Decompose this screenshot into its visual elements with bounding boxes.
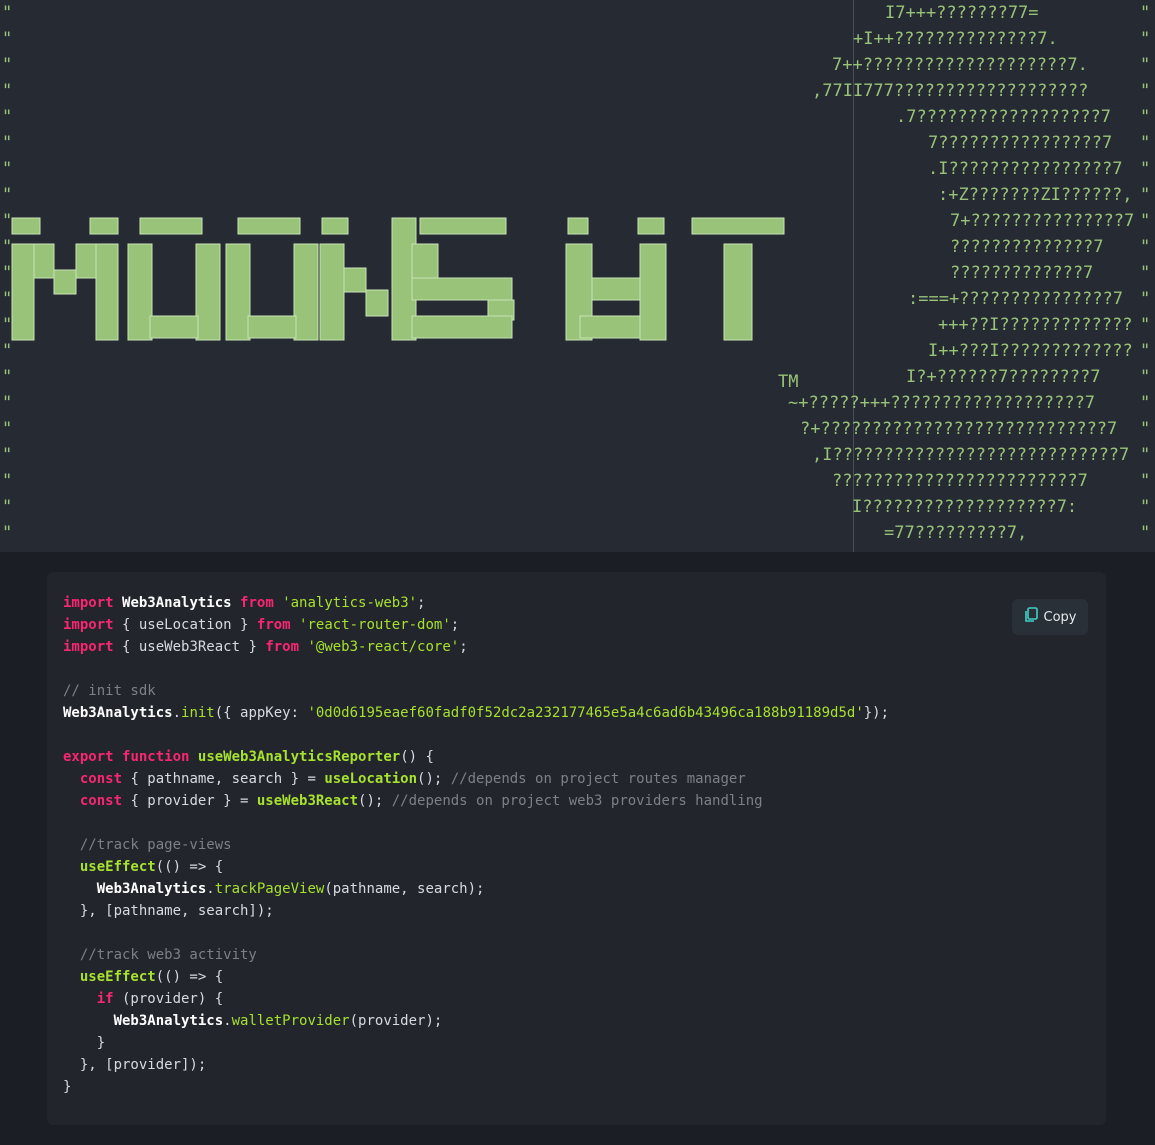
quote-mark: " <box>1140 185 1151 205</box>
copy-button-label: Copy <box>1043 609 1077 625</box>
quote-mark: " <box>2 133 13 153</box>
quote-mark: " <box>1140 419 1151 439</box>
ascii-art-line: I++???I????????????? <box>928 341 1133 361</box>
quote-mark: " <box>2 55 13 75</box>
code-line-19: if (provider) { <box>96 991 224 1007</box>
ascii-art-line: ,I????????????????????????????7 <box>812 445 1130 465</box>
ascii-art-line: ~+?????+++???????????????????7 <box>788 393 1096 413</box>
code-section: import Web3Analytics from 'analytics-web… <box>0 552 1155 1145</box>
quote-mark: " <box>2 419 13 439</box>
code-snippet[interactable]: import Web3Analytics from 'analytics-web… <box>63 592 889 1098</box>
code-line-23: } <box>63 1079 72 1095</box>
quote-mark: " <box>1140 289 1151 309</box>
code-line-10: const { provider } = useWeb3React(); //d… <box>79 793 763 809</box>
code-line-3: import { useWeb3React } from '@web3-reac… <box>63 639 468 655</box>
code-line-9: const { pathname, search } = useLocation… <box>79 771 746 787</box>
ascii-art-line: I???????????????????7: <box>852 497 1078 517</box>
quote-mark: " <box>1140 315 1151 335</box>
ascii-art-line: ??????????????7 <box>950 237 1104 257</box>
code-line-2: import { useLocation } from 'react-route… <box>63 617 460 633</box>
quote-mark: " <box>2 81 13 101</box>
quote-mark: " <box>2 471 13 491</box>
ascii-art-line: 7++????????????????????7. <box>832 55 1088 75</box>
ascii-art-line: ?????????????7 <box>950 263 1094 283</box>
quote-mark: " <box>2 3 13 23</box>
ascii-art-line: .7??????????????????7 <box>896 107 1111 127</box>
ascii-art-line: ?+????????????????????????????7 <box>800 419 1118 439</box>
quote-mark: " <box>2 367 13 387</box>
ascii-art-line: ????????????????????????7 <box>832 471 1088 491</box>
quote-mark: " <box>1140 263 1151 283</box>
code-block: import Web3Analytics from 'analytics-web… <box>47 572 1106 1125</box>
ascii-art-line: I?+??????7????????7 <box>906 367 1101 387</box>
quote-mark: " <box>1140 3 1151 23</box>
copy-icon <box>1024 607 1038 627</box>
ascii-art-line: =77?????????7, <box>884 523 1028 543</box>
quote-mark: " <box>2 107 13 127</box>
ascii-art-line: :+Z???????ZI??????, <box>938 185 1133 205</box>
trademark-mark: TM <box>778 372 799 392</box>
quote-mark: " <box>1140 393 1151 413</box>
moonshot-logo <box>11 217 785 341</box>
quote-mark: " <box>1140 159 1151 179</box>
code-line-21: } <box>63 1035 106 1051</box>
quote-mark: " <box>2 523 13 543</box>
quote-mark: " <box>1140 81 1151 101</box>
quote-mark: " <box>2 159 13 179</box>
code-line-20: Web3Analytics.walletProvider(provider); <box>113 1013 443 1029</box>
ascii-art-line: .I????????????????7 <box>928 159 1123 179</box>
quote-mark: " <box>2 29 13 49</box>
quote-mark: " <box>2 445 13 465</box>
quote-mark: " <box>1140 211 1151 231</box>
quote-mark: " <box>1140 107 1151 127</box>
code-line-8: export function useWeb3AnalyticsReporter… <box>63 749 434 765</box>
code-line-22: }, [provider]); <box>63 1057 207 1073</box>
ascii-art-line: I7+++???????77= <box>885 3 1039 23</box>
code-line-15: }, [pathname, search]); <box>63 903 274 919</box>
code-line-6: Web3Analytics.init({ appKey: '0d0d6195ea… <box>63 705 890 721</box>
code-line-13: useEffect(() => { <box>79 859 224 875</box>
copy-button[interactable]: Copy <box>1012 599 1088 635</box>
code-line-14: Web3Analytics.trackPageView(pathname, se… <box>96 881 485 897</box>
quote-mark: " <box>1140 471 1151 491</box>
quote-mark: " <box>1140 445 1151 465</box>
code-comment: // init sdk <box>63 683 156 699</box>
ascii-art-line: 7????????????????7 <box>928 133 1113 153</box>
ascii-art-banner: " " " " " " " " " " " " " " " " " " " " " " " " " " " " " " " " " " " " " " "… <box>0 0 1155 552</box>
code-comment: //track web3 activity <box>63 947 257 963</box>
quote-column-right: " " " " " " " " " " " " " " " " " " " " " <box>1140 0 1150 546</box>
quote-mark: " <box>2 497 13 517</box>
quote-mark: " <box>2 185 13 205</box>
ascii-art-line: +++??I????????????? <box>938 315 1133 335</box>
quote-mark: " <box>1140 55 1151 75</box>
quote-mark: " <box>1140 237 1151 257</box>
code-comment: //track page-views <box>63 837 232 853</box>
quote-mark: " <box>1140 341 1151 361</box>
code-line-18: useEffect(() => { <box>79 969 224 985</box>
quote-mark: " <box>1140 133 1151 153</box>
quote-mark: " <box>1140 497 1151 517</box>
quote-mark: " <box>2 393 13 413</box>
quote-mark: " <box>1140 367 1151 387</box>
ascii-art-line: +I++??????????????7. <box>853 29 1058 49</box>
ascii-art-line: ,77II777??????????????????? <box>812 81 1089 101</box>
code-line-1: import Web3Analytics from 'analytics-web… <box>63 595 426 611</box>
quote-mark: " <box>1140 29 1151 49</box>
ascii-art-line: :===+???????????????7 <box>908 289 1123 309</box>
quote-mark: " <box>1140 523 1151 543</box>
ascii-art-line: 7+???????????????7 <box>950 211 1135 231</box>
